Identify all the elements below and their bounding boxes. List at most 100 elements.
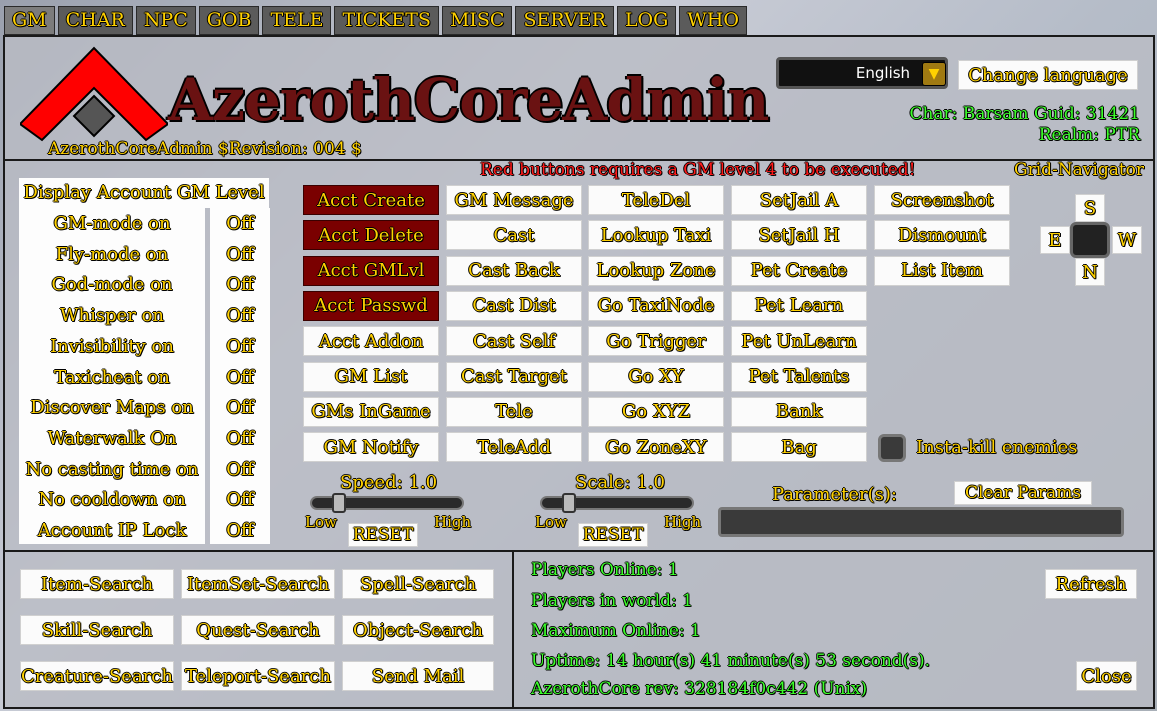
teleport-search-button[interactable]: Teleport-Search [181,661,335,691]
tab-misc[interactable]: MISC [441,6,513,35]
toggle-8-label[interactable]: Waterwalk On [19,428,205,449]
skill-search-button[interactable]: Skill-Search [20,615,174,645]
clear-params-button[interactable]: Clear Params [954,481,1092,505]
toggle-10-value: Off [226,489,254,511]
acct-addon-button[interactable]: Acct Addon [303,326,439,357]
logo-icon [20,46,168,142]
close-button[interactable]: Close [1076,661,1137,691]
go-trigger-button[interactable]: Go Trigger [588,326,724,357]
teledel-button[interactable]: TeleDel [588,185,724,215]
cast-self-button[interactable]: Cast Self [446,326,582,357]
toggle-7-label[interactable]: Discover Maps on [19,397,205,418]
list-item-button[interactable]: List Item [874,255,1010,286]
toggle-5-value: Off [226,335,254,357]
gm-level-notice: Red buttons requires a GM level 4 to be … [480,160,916,180]
object-search-button[interactable]: Object-Search [342,615,494,645]
toggle-2-label[interactable]: Fly-mode on [19,244,205,265]
toggle-3-label[interactable]: God-mode on [19,274,205,295]
tab-tele[interactable]: TELE [262,6,332,35]
pet-create-button[interactable]: Pet Create [731,255,867,286]
toggle-6-value: Off [226,366,254,388]
gm-notify-button[interactable]: GM Notify [303,432,439,463]
cast-button[interactable]: Cast [446,220,582,251]
gm-message-button[interactable]: GM Message [446,185,582,215]
tab-log[interactable]: LOG [616,6,677,35]
insta-kill-checkbox[interactable] [878,434,906,462]
itemset-search-button[interactable]: ItemSet-Search [181,569,335,599]
toggle-11-label[interactable]: Account IP Lock [19,520,205,541]
change-language-button[interactable]: Change language [958,60,1138,90]
go-xy-button[interactable]: Go XY [588,361,724,392]
tab-who[interactable]: WHO [679,6,747,35]
acct-gmlvl-button[interactable]: Acct GMLvl [303,255,439,286]
go-xyz-button[interactable]: Go XYZ [588,396,724,427]
gm-list-button[interactable]: GM List [303,361,439,392]
toggle-2-value: Off [226,243,254,265]
speed-slider-handle[interactable] [331,493,346,513]
toggle-4-label[interactable]: Whisper on [19,305,205,326]
tab-npc[interactable]: NPC [135,6,196,35]
grid-west-button[interactable]: W [1112,226,1142,254]
bank-button[interactable]: Bank [731,396,867,427]
tab-gm[interactable]: GM [4,6,55,35]
speed-reset-button[interactable]: RESET [348,523,418,547]
teleadd-button[interactable]: TeleAdd [446,432,582,463]
parameters-input[interactable] [718,507,1124,537]
toggle-10-label[interactable]: No cooldown on [19,489,205,510]
setjail-h-button[interactable]: SetJail H [731,220,867,251]
grid-east-button[interactable]: E [1040,226,1070,254]
grid-navigator-title: Grid-Navigator [1014,160,1145,180]
creature-search-button[interactable]: Creature-Search [20,661,174,691]
grid-north-button[interactable]: N [1075,258,1105,286]
quest-search-button[interactable]: Quest-Search [181,615,335,645]
pet-learn-button[interactable]: Pet Learn [731,290,867,321]
screenshot-button[interactable]: Screenshot [874,185,1010,215]
display-gm-level-button[interactable]: Display Account GM Level [19,182,269,203]
grid-south-button[interactable]: S [1075,194,1105,222]
cast-dist-button[interactable]: Cast Dist [446,290,582,321]
cast-back-button[interactable]: Cast Back [446,255,582,286]
grid-center-button[interactable] [1070,222,1110,258]
acct-delete-button[interactable]: Acct Delete [303,220,439,251]
lookup-zone-button[interactable]: Lookup Zone [588,255,724,286]
refresh-button[interactable]: Refresh [1045,569,1137,599]
toggle-6-label[interactable]: Taxicheat on [19,367,205,388]
send-mail-button[interactable]: Send Mail [342,661,494,691]
go-zonexy-button[interactable]: Go ZoneXY [588,432,724,463]
toggle-1-label[interactable]: GM-mode on [19,213,205,234]
server-revision-text: AzerothCore rev: 328184f0c442 (Unix) [531,679,868,699]
spell-search-button[interactable]: Spell-Search [342,569,494,599]
tab-char[interactable]: CHAR [57,6,133,35]
tab-gob[interactable]: GOB [198,6,260,35]
uptime-text: Uptime: 14 hour(s) 41 minute(s) 53 secon… [531,651,931,671]
acct-passwd-button[interactable]: Acct Passwd [303,290,439,321]
toggle-5-label[interactable]: Invisibility on [19,336,205,357]
pet-unlearn-button[interactable]: Pet UnLearn [731,326,867,357]
dropdown-arrow-icon[interactable]: ▼ [922,62,946,86]
cast-target-button[interactable]: Cast Target [446,361,582,392]
item-search-button[interactable]: Item-Search [20,569,174,599]
scale-label: Scale: 1.0 [575,472,665,493]
go-taxinode-button[interactable]: Go TaxiNode [588,290,724,321]
logo-title: AzerothCoreAdmin [168,66,769,134]
pet-talents-button[interactable]: Pet Talents [731,361,867,392]
acct-create-button[interactable]: Acct Create [303,185,439,215]
lookup-taxi-button[interactable]: Lookup Taxi [588,220,724,251]
toggle-1-value: Off [226,213,254,234]
setjail-a-button[interactable]: SetJail A [731,185,867,215]
tab-tickets[interactable]: TICKETS [334,6,439,35]
dismount-button[interactable]: Dismount [874,220,1010,251]
bag-button[interactable]: Bag [731,432,867,463]
tele-button[interactable]: Tele [446,396,582,427]
toggle-8-value: Off [226,427,254,449]
speed-low-label: Low [305,513,337,531]
language-value: English [855,64,911,82]
scale-reset-button[interactable]: RESET [578,523,648,547]
toggle-3-value: Off [226,274,254,296]
scale-slider-handle[interactable] [561,493,576,513]
toggle-9-label[interactable]: No casting time on [19,459,205,480]
gms-ingame-button[interactable]: GMs InGame [303,396,439,427]
tab-server[interactable]: SERVER [515,6,614,35]
scale-low-label: Low [535,513,567,531]
insta-kill-label: Insta-kill enemies [916,437,1078,458]
